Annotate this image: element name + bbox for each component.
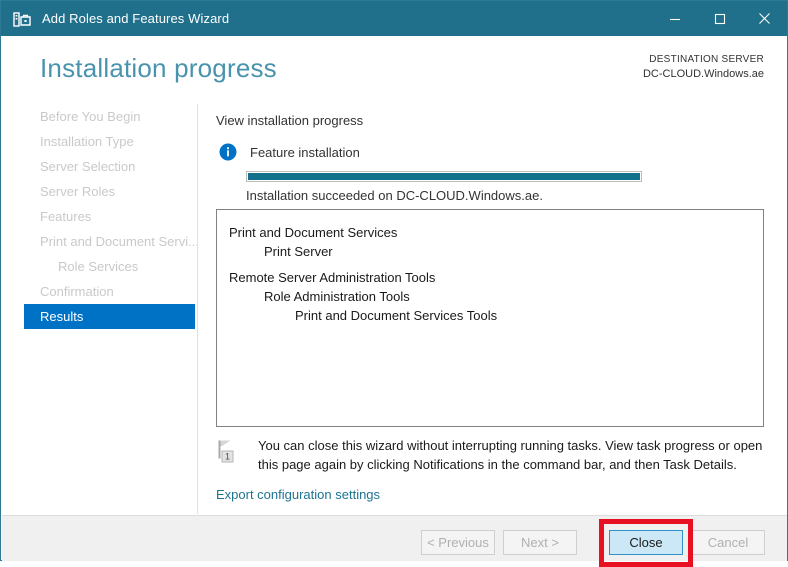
export-configuration-settings-link[interactable]: Export configuration settings: [216, 487, 380, 502]
window-controls: [652, 1, 787, 36]
sidebar-item-server-roles[interactable]: Server Roles: [2, 179, 197, 204]
destination-server-label: DESTINATION SERVER: [649, 54, 764, 65]
close-icon[interactable]: [742, 1, 787, 36]
wizard-note-text: You can close this wizard without interr…: [258, 438, 763, 472]
previous-button[interactable]: < Previous: [421, 530, 495, 555]
info-circle-icon: [219, 143, 237, 161]
add-roles-features-wizard-window: Add Roles and Features Wizard Installati…: [0, 0, 788, 567]
sidebar-item-features[interactable]: Features: [2, 204, 197, 229]
list-item: Print Server: [264, 244, 333, 259]
list-item: Remote Server Administration Tools: [229, 270, 436, 285]
sidebar-item-installation-type[interactable]: Installation Type: [2, 129, 197, 154]
list-item: Print and Document Services Tools: [295, 308, 498, 323]
destination-server-name: DC-CLOUD.Windows.ae: [642, 68, 764, 80]
footer-button-bar: < Previous Next > Close Cancel: [2, 515, 787, 561]
server-toolbox-icon: [12, 9, 32, 29]
installation-progress-bar: [246, 171, 642, 182]
wizard-note: 1 You can close this wizard without inte…: [216, 436, 766, 474]
destination-server-block: DESTINATION SERVER DC-CLOUD.Windows.ae: [643, 53, 764, 81]
wizard-step-nav: Before You Begin Installation Type Serve…: [2, 104, 197, 514]
window-title: Add Roles and Features Wizard: [42, 11, 230, 26]
sidebar-item-print-and-document-services[interactable]: Print and Document Servi...: [2, 229, 197, 254]
sidebar-item-server-selection[interactable]: Server Selection: [2, 154, 197, 179]
titlebar: Add Roles and Features Wizard: [1, 1, 787, 36]
progress-bar-fill: [248, 173, 640, 180]
maximize-icon[interactable]: [697, 1, 742, 36]
feature-installation-row: Feature installation: [219, 143, 360, 161]
minimize-icon[interactable]: [652, 1, 697, 36]
close-button[interactable]: Close: [609, 530, 683, 555]
installed-components-list[interactable]: Print and Document Services Print Server…: [216, 209, 764, 427]
sidebar-item-role-services[interactable]: Role Services: [2, 254, 197, 279]
page-title: Installation progress: [40, 53, 277, 83]
cancel-button[interactable]: Cancel: [691, 530, 765, 555]
view-installation-progress-label: View installation progress: [216, 113, 364, 128]
sidebar-item-before-you-begin[interactable]: Before You Begin: [2, 104, 197, 129]
feature-installation-label: Feature installation: [250, 144, 360, 160]
content-pane: View installation progress Feature insta…: [198, 104, 786, 514]
list-item: Role Administration Tools: [264, 289, 410, 304]
sidebar-item-confirmation[interactable]: Confirmation: [2, 279, 197, 304]
sidebar-item-results[interactable]: Results: [24, 304, 195, 329]
installation-status-text: Installation succeeded on DC-CLOUD.Windo…: [246, 188, 543, 203]
svg-text:1: 1: [225, 451, 230, 461]
notification-flag-icon: 1: [216, 438, 242, 464]
list-item: Print and Document Services: [229, 225, 398, 240]
page-header: Installation progress DESTINATION SERVER…: [2, 36, 786, 104]
next-button[interactable]: Next >: [503, 530, 577, 555]
